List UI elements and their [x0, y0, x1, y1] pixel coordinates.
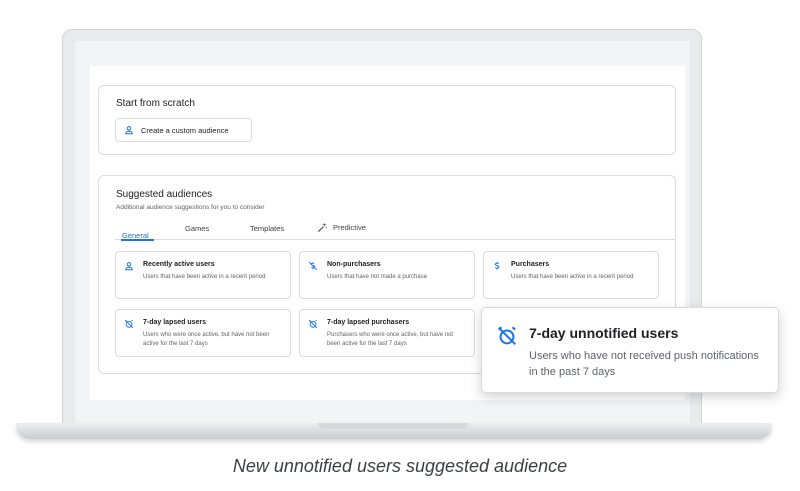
audience-card-desc: Users who were once active, but have not…	[143, 332, 270, 347]
audience-card-7-day-lapsed-purchasers[interactable]: 7-day lapsed purchasers Purchasers who w…	[299, 309, 475, 357]
audience-card-title: 7-day lapsed purchasers	[327, 319, 410, 326]
alarm-off-icon	[498, 326, 516, 345]
suggested-audiences-title: Suggested audiences	[116, 189, 213, 200]
audience-card-purchasers[interactable]: Purchasers Users that have been active i…	[483, 251, 659, 299]
create-custom-audience-label: Create a custom audience	[141, 125, 229, 135]
tab-active-indicator	[121, 239, 154, 241]
figure-caption: New unnotified users suggested audience	[232, 456, 568, 476]
tab-games[interactable]: Games	[185, 224, 209, 233]
audience-card-recently-active[interactable]: Recently active users Users that have be…	[115, 251, 291, 299]
start-from-scratch-title: Start from scratch	[116, 98, 195, 109]
audience-card-desc: Users that have been active in a recent …	[511, 274, 634, 280]
popup-title: 7-day unnotified users	[529, 325, 679, 341]
audience-card-7-day-lapsed-users[interactable]: 7-day lapsed users Users who were once a…	[115, 309, 291, 357]
tab-templates[interactable]: Templates	[250, 224, 284, 233]
stage: Start from scratch Create a custom audie…	[0, 0, 800, 491]
person-icon	[125, 262, 133, 271]
suggested-audiences-subtitle: Additional audience suggestions for you …	[116, 204, 265, 211]
audience-card-desc: Purchasers who were once active, but hav…	[327, 332, 454, 347]
audience-card-desc: Users that have not made a purchase	[327, 274, 428, 280]
tab-games-label: Games	[185, 224, 210, 233]
popup-desc: Users who have not received push notific…	[529, 350, 759, 378]
tab-predictive[interactable]: Predictive	[317, 222, 366, 233]
magic-wand-icon	[317, 222, 328, 233]
audience-card-title: 7-day lapsed users	[143, 319, 207, 326]
person-icon	[125, 126, 133, 135]
audience-card-title: Non-purchasers	[327, 261, 381, 268]
laptop-notch	[318, 423, 468, 429]
tab-predictive-label: Predictive	[333, 223, 366, 232]
audience-card-7-day-unnotified-users[interactable]: 7-day unnotified users Users who have no…	[481, 307, 779, 393]
audience-tabs: General Games Templates Predictive	[115, 222, 675, 241]
alarm-off-icon	[308, 319, 318, 329]
audience-card-title: Purchasers	[511, 261, 550, 268]
tab-templates-label: Templates	[250, 224, 285, 233]
alarm-off-icon	[124, 319, 134, 329]
create-custom-audience-button[interactable]: Create a custom audience	[115, 118, 252, 142]
audience-card-non-purchasers[interactable]: Non-purchasers Users that have not made …	[299, 251, 475, 299]
no-dollar-icon	[308, 261, 318, 271]
dollar-icon	[494, 262, 500, 270]
audience-card-desc: Users that have been active in a recent …	[143, 274, 266, 280]
audience-card-title: Recently active users	[143, 261, 215, 268]
